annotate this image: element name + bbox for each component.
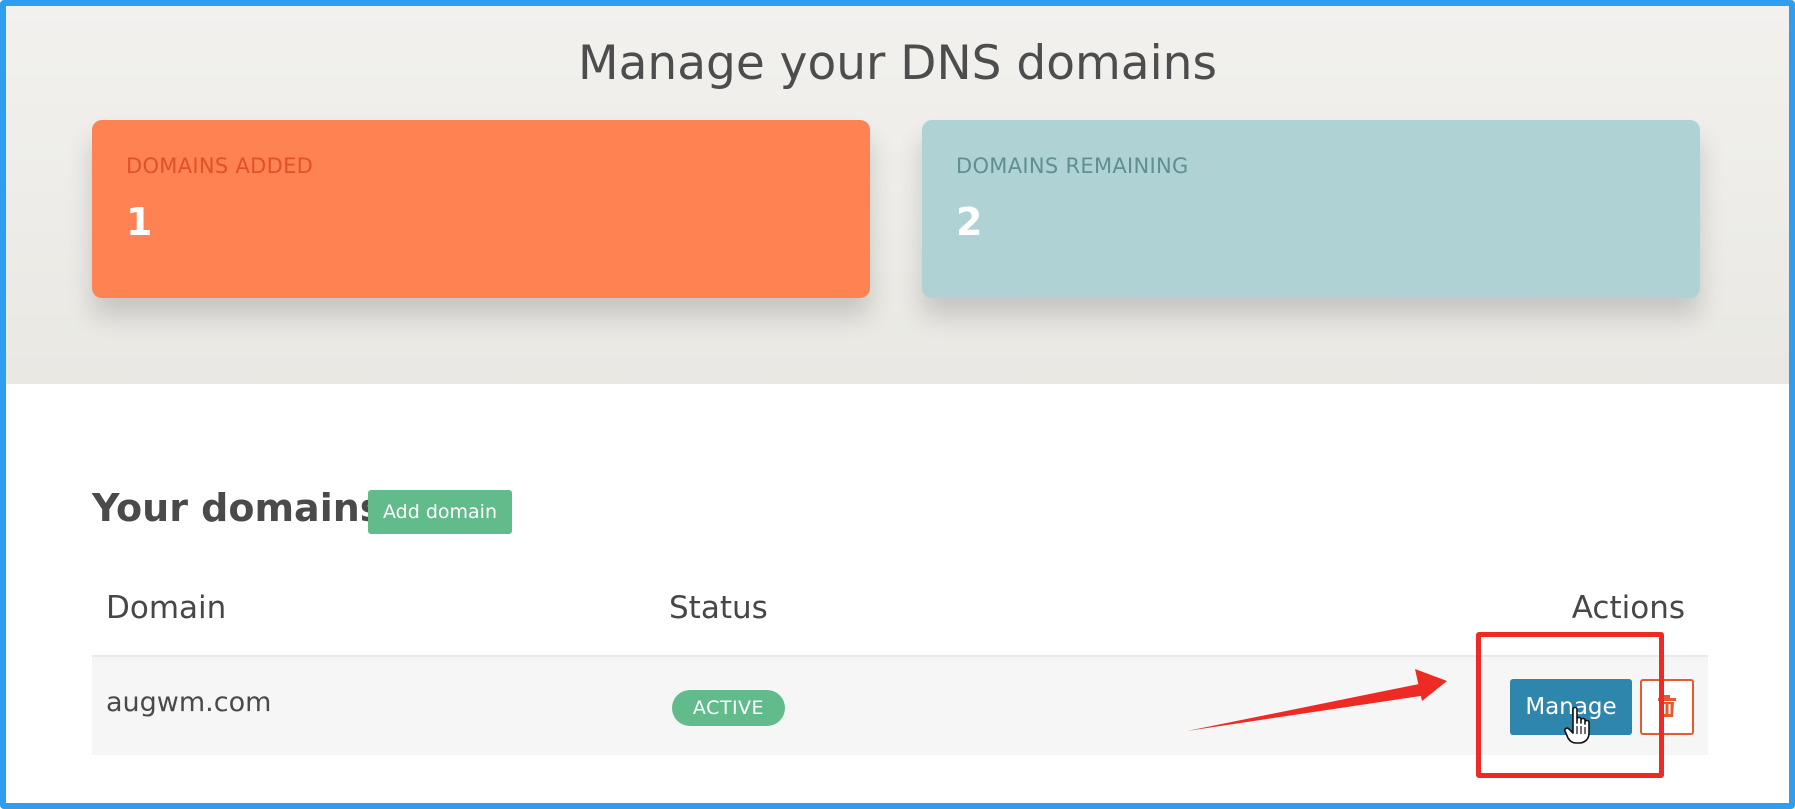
hand-pointer-icon <box>1564 706 1594 750</box>
annotation-arrow-icon <box>1187 669 1447 731</box>
app-window: Manage your DNS domains DOMAINS ADDED 1 … <box>0 0 1795 809</box>
